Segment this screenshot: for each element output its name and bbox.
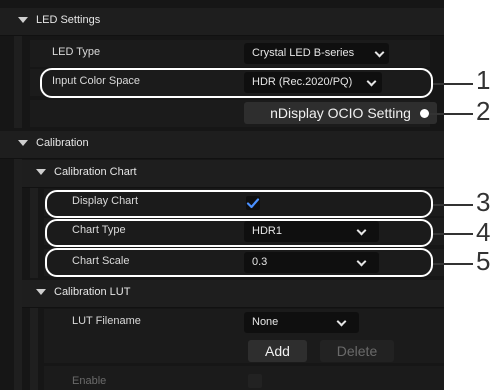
indent-guide xyxy=(30,308,38,390)
callout-number-2: 2 xyxy=(476,96,491,126)
section-header-led-settings[interactable]: LED Settings xyxy=(0,8,444,36)
callout-outline-1 xyxy=(40,68,433,98)
callout-number-4: 4 xyxy=(476,217,491,247)
indent-guide xyxy=(14,159,22,390)
callout-number-1: 1 xyxy=(476,65,491,95)
delete-button[interactable]: Delete xyxy=(320,340,394,362)
add-label: Add xyxy=(265,343,290,359)
leader-line-2 xyxy=(429,113,473,115)
leader-line-4 xyxy=(433,233,473,235)
led-type-label: LED Type xyxy=(52,46,101,58)
callout-outline-3 xyxy=(45,190,433,218)
leader-line-5 xyxy=(433,263,473,265)
delete-label: Delete xyxy=(336,343,378,359)
enable-checkbox[interactable] xyxy=(248,374,262,388)
collapse-arrow-icon[interactable] xyxy=(18,17,28,23)
chevron-down-icon xyxy=(336,316,347,327)
indent-guide xyxy=(14,36,22,128)
property-row-enable: Enable xyxy=(44,366,444,390)
callout-number-5: 5 xyxy=(476,246,491,276)
ndisplay-ocio-setting-label: nDisplay OCIO Setting xyxy=(270,105,411,121)
property-row-ndisplay: nDisplay OCIO Setting xyxy=(30,100,437,127)
enable-label: Enable xyxy=(72,375,107,387)
ndisplay-ocio-setting-button[interactable]: nDisplay OCIO Setting xyxy=(244,102,437,124)
collapse-arrow-icon[interactable] xyxy=(36,289,46,295)
leader-line-3 xyxy=(433,204,473,206)
lut-filename-value: None xyxy=(252,316,279,328)
callout-number-3: 3 xyxy=(476,187,491,217)
property-row-led-type: LED Type Crystal LED B-series xyxy=(30,40,430,67)
section-title: Calibration xyxy=(36,137,89,149)
chevron-down-icon xyxy=(374,47,385,58)
led-type-dropdown[interactable]: Crystal LED B-series xyxy=(244,43,389,64)
callout-dot-2 xyxy=(420,109,429,118)
indent-guide xyxy=(30,188,38,278)
section-title: Calibration LUT xyxy=(54,286,131,298)
leader-line-1 xyxy=(433,83,473,85)
lut-filename-label: LUT Filename xyxy=(72,315,141,327)
section-header-calibration[interactable]: Calibration xyxy=(0,131,444,159)
collapse-arrow-icon[interactable] xyxy=(36,169,46,175)
lut-filename-dropdown[interactable]: None xyxy=(244,312,359,333)
add-button[interactable]: Add xyxy=(248,340,307,362)
section-header-calibration-chart[interactable]: Calibration Chart xyxy=(22,160,444,188)
led-type-value: Crystal LED B-series xyxy=(252,47,355,59)
collapse-arrow-icon[interactable] xyxy=(18,140,28,146)
section-title: Calibration Chart xyxy=(54,166,137,178)
section-header-calibration-lut[interactable]: Calibration LUT xyxy=(22,280,444,308)
callout-outline-4 xyxy=(45,219,433,247)
callout-outline-5 xyxy=(45,248,433,277)
property-row-lut-filename: LUT Filename None Add Delete xyxy=(44,309,444,363)
section-title: LED Settings xyxy=(36,14,101,26)
